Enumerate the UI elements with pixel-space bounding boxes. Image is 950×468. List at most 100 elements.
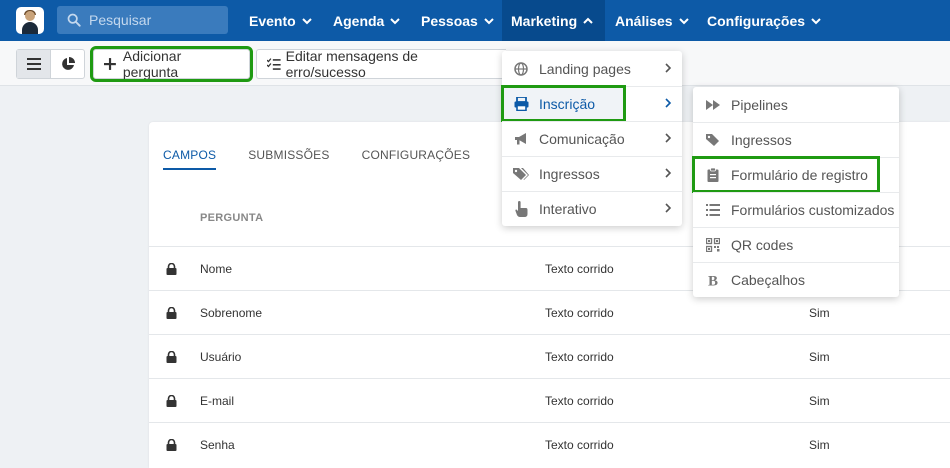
nav-evento-label: Evento	[249, 12, 296, 29]
submenu-item-pipelines[interactable]: Pipelines	[693, 87, 899, 122]
row-type: Texto corrido	[545, 438, 614, 452]
clipboard-icon	[705, 167, 721, 183]
chevron-right-icon	[665, 98, 672, 108]
add-question-label: Adicionar pergunta	[122, 48, 182, 80]
lock-icon	[166, 395, 177, 407]
plus-icon	[104, 58, 116, 70]
menu-item-ingressos[interactable]: Ingressos	[502, 156, 682, 191]
globe-icon	[513, 61, 529, 77]
nav-evento[interactable]: Evento	[240, 0, 321, 41]
menu-item-label: Comunicação	[539, 130, 625, 147]
search-input[interactable]	[89, 12, 219, 28]
row-type: Texto corrido	[545, 350, 614, 364]
nav-marketing[interactable]: Marketing	[502, 0, 605, 41]
edit-messages-label: Editar mensagens de erro/sucesso	[285, 48, 418, 80]
table-row[interactable]: E-mail Texto corrido Sim	[149, 378, 950, 422]
submenu-item-cabecalhos[interactable]: B Cabeçalhos	[693, 262, 899, 297]
submenu-item-label: Pipelines	[731, 96, 788, 113]
nav-agenda-label: Agenda	[333, 12, 385, 29]
chevron-down-icon	[301, 17, 312, 24]
chevron-down-icon	[390, 17, 401, 24]
tab-configuracoes[interactable]: CONFIGURAÇÕES	[362, 148, 471, 170]
tab-bar: CAMPOS SUBMISSÕES CONFIGURAÇÕES WH	[163, 148, 555, 170]
nav-agenda[interactable]: Agenda	[324, 0, 409, 41]
chevron-down-icon	[811, 17, 821, 24]
row-question: Senha	[200, 438, 235, 452]
lock-icon	[166, 307, 177, 319]
search-icon	[67, 13, 81, 27]
row-required: Sim	[809, 394, 830, 408]
list-icon	[705, 202, 721, 218]
submenu-item-label: QR codes	[731, 236, 794, 253]
lock-icon	[166, 439, 177, 451]
add-question-button[interactable]: Adicionar pergunta	[90, 46, 253, 82]
row-question: Usuário	[200, 350, 242, 364]
submenu-item-qr-codes[interactable]: QR codes	[693, 227, 899, 262]
submenu-item-ingressos[interactable]: Ingressos	[693, 122, 899, 157]
menu-item-label: Ingressos	[539, 165, 600, 182]
row-required: Sim	[809, 438, 830, 452]
marketing-dropdown: Landing pages Inscrição Comunicação Ingr…	[501, 51, 682, 226]
tag-icon	[705, 132, 721, 148]
view-toggle	[16, 49, 85, 79]
row-question: Sobrenome	[200, 306, 263, 320]
edit-messages-button[interactable]: Editar mensagens de erro/sucesso	[256, 48, 506, 80]
qrcode-icon	[705, 237, 721, 253]
row-type: Texto corrido	[545, 306, 614, 320]
list-icon	[26, 58, 41, 70]
menu-item-label: Landing pages	[539, 60, 631, 77]
menu-item-landing-pages[interactable]: Landing pages	[502, 51, 682, 86]
printer-icon	[513, 96, 529, 112]
tab-campos[interactable]: CAMPOS	[163, 148, 217, 170]
svg-text:B: B	[708, 273, 718, 287]
menu-item-label: Interativo	[539, 200, 597, 217]
table-row[interactable]: Usuário Texto corrido Sim	[149, 334, 950, 378]
chevron-right-icon	[665, 133, 672, 143]
nav-configuracoes[interactable]: Configurações	[698, 0, 830, 41]
nav-pessoas[interactable]: Pessoas	[412, 0, 503, 41]
row-required: Sim	[809, 350, 830, 364]
top-navbar: Evento Agenda Pessoas Marketing Análises…	[0, 0, 950, 41]
submenu-item-label: Ingressos	[731, 131, 792, 148]
chart-view-button[interactable]	[51, 50, 84, 78]
nav-pessoas-label: Pessoas	[421, 12, 478, 29]
lock-icon	[166, 263, 177, 275]
fast-forward-icon	[705, 97, 721, 113]
submenu-item-formulario-de-registro[interactable]: Formulário de registro	[692, 156, 899, 193]
nav-analises-label: Análises	[615, 12, 673, 29]
chevron-down-icon	[484, 17, 494, 24]
chevron-up-icon	[583, 17, 593, 24]
menu-item-label: Inscrição	[539, 95, 596, 112]
column-header-question: PERGUNTA	[200, 212, 264, 224]
table-row[interactable]: Senha Texto corrido Sim	[149, 422, 950, 466]
search-box[interactable]	[57, 6, 228, 34]
checklist-icon	[267, 58, 281, 70]
nav-analises[interactable]: Análises	[606, 0, 698, 41]
list-view-button[interactable]	[17, 50, 51, 78]
pointer-hand-icon	[513, 200, 529, 217]
bold-b-icon: B	[705, 272, 721, 288]
chevron-right-icon	[665, 168, 672, 178]
nav-marketing-label: Marketing	[511, 12, 578, 29]
chevron-right-icon	[665, 63, 672, 73]
submenu-item-label: Formulário de registro	[731, 166, 868, 183]
row-type: Texto corrido	[545, 262, 614, 276]
menu-item-inscricao[interactable]: Inscrição	[501, 85, 682, 122]
pie-chart-icon	[61, 57, 75, 70]
menu-item-interativo[interactable]: Interativo	[502, 191, 682, 226]
lock-icon	[166, 351, 177, 363]
submenu-item-label: Formulários customizados	[731, 201, 895, 218]
chevron-down-icon	[678, 17, 689, 24]
submenu-item-label: Cabeçalhos	[731, 271, 805, 288]
toolbar: Adicionar pergunta Editar mensagens de e…	[0, 41, 950, 86]
nav-configuracoes-label: Configurações	[707, 12, 806, 29]
app-logo[interactable]	[16, 7, 44, 34]
menu-item-comunicacao[interactable]: Comunicação	[502, 121, 682, 156]
submenu-item-formularios-customizados[interactable]: Formulários customizados	[693, 192, 899, 227]
row-question: Nome	[200, 262, 233, 276]
row-question: E-mail	[200, 394, 235, 408]
row-type: Texto corrido	[545, 394, 614, 408]
tags-icon	[513, 166, 529, 182]
tab-submissoes[interactable]: SUBMISSÕES	[248, 148, 329, 170]
inscricao-submenu: Pipelines Ingressos Formulário de regist…	[692, 87, 899, 297]
